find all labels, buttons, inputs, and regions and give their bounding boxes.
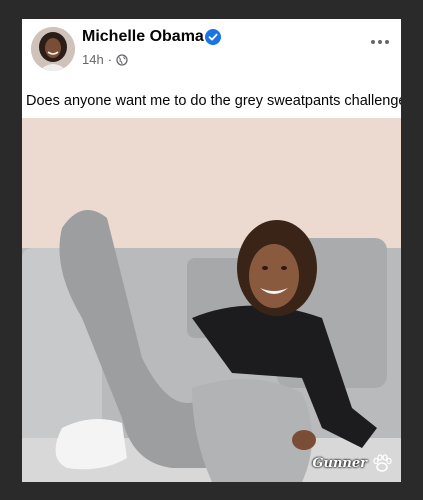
photo-illustration <box>22 118 401 482</box>
post-header: Michelle Obama 14h · Does anyone want me… <box>22 19 401 115</box>
paw-print-icon <box>373 454 392 472</box>
watermark: Gunner <box>312 452 393 474</box>
more-options-icon[interactable] <box>371 39 389 45</box>
author-name[interactable]: Michelle Obama <box>82 28 204 46</box>
post-meta: 14h · <box>82 52 128 67</box>
post-caption: Does anyone want me to do the grey sweat… <box>26 93 401 109</box>
post-time[interactable]: 14h <box>82 52 104 67</box>
post-photo[interactable]: Gunner <box>22 118 401 482</box>
globe-icon <box>116 53 128 66</box>
verified-badge-icon <box>205 29 221 45</box>
watermark-text: Gunner <box>312 455 367 471</box>
facebook-post: Michelle Obama 14h · Does anyone want me… <box>22 19 401 482</box>
avatar[interactable] <box>31 27 75 71</box>
screenshot-frame: Michelle Obama 14h · Does anyone want me… <box>0 0 423 500</box>
meta-separator: · <box>107 52 113 67</box>
